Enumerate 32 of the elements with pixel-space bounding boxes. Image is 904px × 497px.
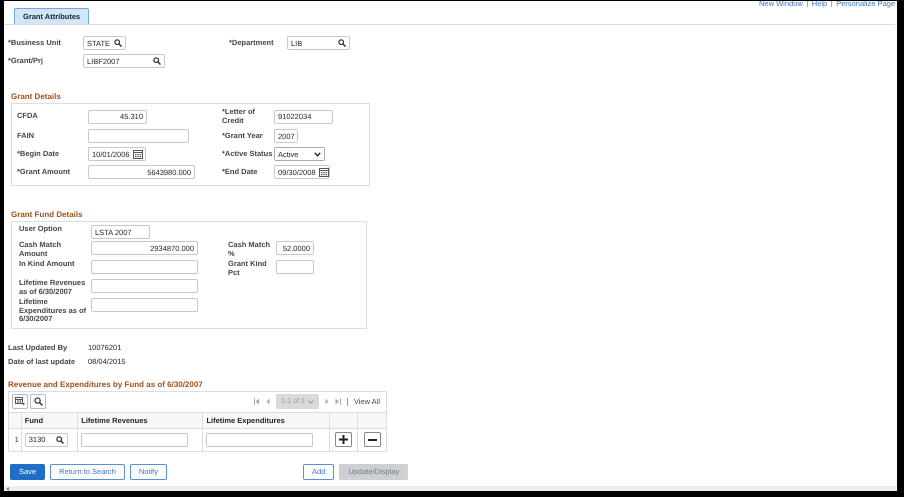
add-row-button[interactable] bbox=[334, 432, 352, 447]
search-icon bbox=[56, 436, 64, 444]
section-heading: Grant Details bbox=[11, 92, 62, 101]
minus-icon bbox=[368, 438, 377, 440]
first-page-icon[interactable] bbox=[254, 398, 260, 405]
scroll-left-icon[interactable] bbox=[6, 486, 9, 490]
search-icon bbox=[114, 39, 122, 47]
previous-icon[interactable] bbox=[266, 398, 270, 405]
search-button[interactable] bbox=[30, 394, 46, 409]
input-field[interactable] bbox=[91, 260, 198, 274]
next-icon[interactable] bbox=[324, 398, 329, 405]
plus-icon bbox=[338, 435, 348, 444]
search-icon bbox=[338, 39, 346, 47]
calendar-icon[interactable] bbox=[318, 167, 329, 177]
table-icon bbox=[15, 397, 25, 406]
caret-icon bbox=[308, 400, 314, 404]
calendar-icon[interactable] bbox=[132, 149, 143, 159]
input-field[interactable] bbox=[206, 432, 314, 446]
last-page-icon[interactable] bbox=[334, 398, 341, 405]
input-field[interactable] bbox=[91, 279, 198, 293]
input-field[interactable] bbox=[91, 298, 198, 312]
search-icon bbox=[153, 57, 161, 65]
caret-icon bbox=[314, 152, 321, 156]
search-icon bbox=[34, 397, 42, 406]
horizontal-scrollbar[interactable] bbox=[4, 486, 897, 491]
table-settings-button[interactable] bbox=[12, 394, 28, 409]
section-heading: Grant Fund Details bbox=[11, 210, 84, 219]
input-field[interactable] bbox=[81, 432, 188, 446]
section-heading: Revenue and Expenditures by Fund as of 6/30/2007 bbox=[8, 380, 204, 388]
input-field[interactable] bbox=[276, 260, 314, 274]
input-field[interactable] bbox=[88, 129, 189, 143]
delete-row-button[interactable] bbox=[364, 432, 381, 447]
